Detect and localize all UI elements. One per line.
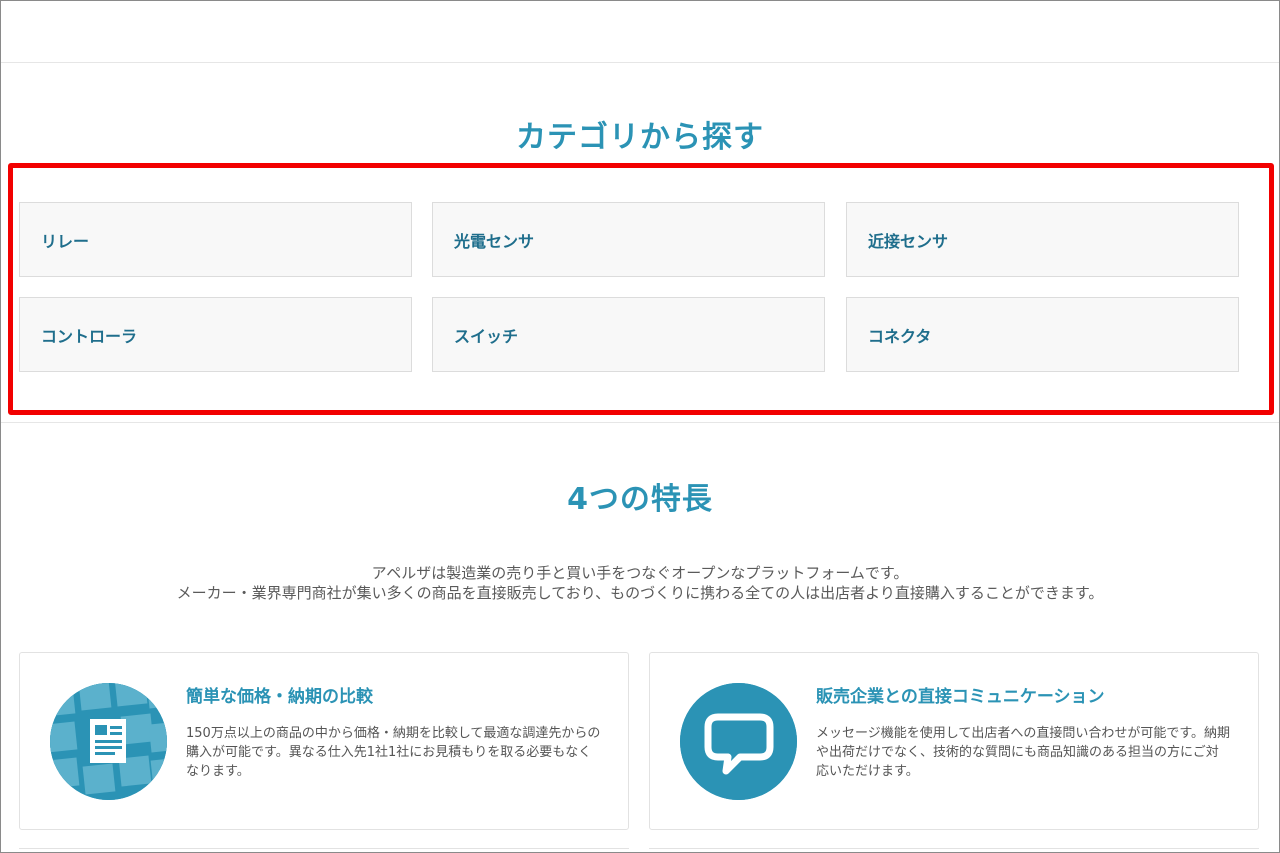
category-controller[interactable]: コントローラ — [19, 297, 412, 372]
features-intro-line-1: アペルザは製造業の売り手と買い手をつなぐオープンなプラットフォームです。 — [371, 564, 909, 582]
feature-description: メッセージ機能を使用して出店者への直接問い合わせが可能です。納期や出荷だけでなく… — [816, 726, 1231, 779]
feature-title: 販売企業との直接コミュニケーション — [816, 687, 1105, 707]
document-grid-icon — [50, 683, 167, 800]
feature-title: 簡単な価格・納期の比較 — [186, 687, 373, 707]
speech-bubble-icon — [680, 683, 797, 800]
highlight-box — [8, 163, 1274, 415]
header-divider — [1, 62, 1279, 63]
category-label: コントローラ — [41, 326, 138, 346]
category-photoelectric-sensor[interactable]: 光電センサ — [432, 202, 825, 277]
features-title: 4つの特長 — [567, 482, 713, 517]
features-intro-line-2: メーカー・業界専門商社が集い多くの商品を直接販売しており、ものづくりに携わる全て… — [176, 584, 1104, 602]
category-label: リレー — [41, 231, 90, 251]
category-label: 光電センサ — [454, 231, 535, 251]
category-label: スイッチ — [454, 326, 519, 346]
section-divider — [1, 422, 1279, 423]
categories-title: カテゴリから探す — [516, 120, 764, 155]
feature-card-direct-communication: 販売企業との直接コミュニケーション メッセージ機能を使用して出店者への直接問い合… — [649, 652, 1259, 830]
feature-description: 150万点以上の商品の中から価格・納期を比較して最適な調達先からの購入が可能です… — [186, 726, 601, 779]
category-label: 近接センサ — [868, 231, 949, 251]
category-label: コネクタ — [868, 326, 932, 346]
next-card-edge — [19, 848, 629, 853]
next-card-edge — [649, 848, 1259, 853]
category-switch[interactable]: スイッチ — [432, 297, 825, 372]
category-relay[interactable]: リレー — [19, 202, 412, 277]
feature-card-price-comparison: 簡単な価格・納期の比較 150万点以上の商品の中から価格・納期を比較して最適な調… — [19, 652, 629, 830]
category-proximity-sensor[interactable]: 近接センサ — [846, 202, 1239, 277]
category-connector[interactable]: コネクタ — [846, 297, 1239, 372]
